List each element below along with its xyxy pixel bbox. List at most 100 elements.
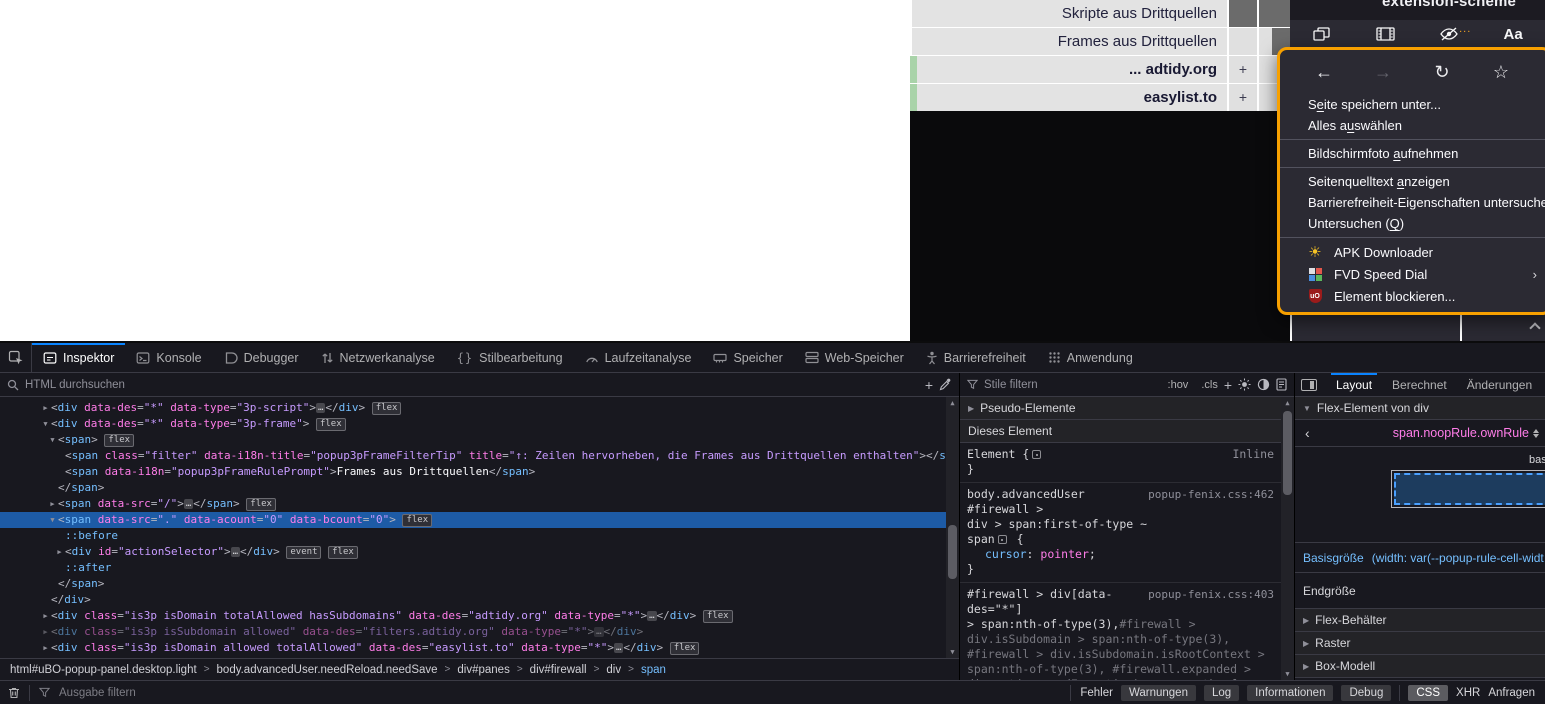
scrollbar-thumb[interactable] — [1283, 411, 1292, 495]
menu-item-screenshot[interactable]: Bildschirmfoto aufnehmen — [1280, 143, 1545, 164]
ubo-firewall-row[interactable]: Skripte aus Drittquellen — [910, 0, 1290, 27]
selector-highlighter-icon[interactable] — [1032, 450, 1041, 459]
breadcrumb-item[interactable]: div#panes — [457, 664, 509, 676]
grid-section[interactable]: ▶Raster — [1295, 632, 1545, 655]
badge-flex[interactable]: flex — [328, 546, 358, 559]
ubo-firewall-row[interactable]: Frames aus Drittquellen — [910, 28, 1290, 55]
markup-line[interactable]: ▼<span data-src="." data-acount="0" data… — [0, 512, 959, 528]
expand-arrow[interactable]: ▼ — [40, 416, 51, 432]
collapse-caret-icon[interactable] — [1529, 322, 1540, 333]
markup-line[interactable]: ▼<span> flex — [0, 432, 959, 448]
firewall-cell[interactable] — [1229, 28, 1257, 55]
tab-debugger[interactable]: Debugger — [213, 343, 310, 372]
expand-ellipsis[interactable]: … — [184, 499, 193, 509]
badge-flex[interactable]: flex — [703, 610, 733, 623]
scroll-up-icon[interactable]: ▲ — [946, 397, 959, 409]
markup-line[interactable]: </span> — [0, 480, 959, 496]
expand-ellipsis[interactable]: … — [231, 547, 240, 557]
flex-container-section[interactable]: ▶Flex-Behälter — [1295, 609, 1545, 632]
badge-flex[interactable]: flex — [246, 498, 276, 511]
selector-highlighter-icon[interactable] — [998, 535, 1007, 544]
menu-item-view-source[interactable]: Seitenquelltext anzeigen — [1280, 171, 1545, 192]
menu-item-fvd-speed-dial[interactable]: FVD Speed Dial › — [1280, 263, 1545, 285]
back-icon[interactable]: ← — [1310, 62, 1338, 83]
add-rule-icon[interactable]: + — [1224, 378, 1232, 392]
firewall-cell[interactable]: + — [1229, 84, 1257, 111]
expand-arrow[interactable]: ▶ — [54, 544, 65, 560]
tab-layout[interactable]: Layout — [1327, 373, 1381, 396]
no-popups-icon[interactable] — [1290, 27, 1354, 42]
badge-flex[interactable]: flex — [104, 434, 134, 447]
menu-item-save-page[interactable]: Seite speichern unter... — [1280, 94, 1545, 115]
scroll-down-icon[interactable]: ▼ — [946, 646, 959, 658]
reload-icon[interactable]: ↻ — [1428, 62, 1456, 83]
console-filter-debug[interactable]: Debug — [1341, 685, 1391, 701]
badge-event[interactable]: event — [286, 546, 321, 559]
pick-element-icon[interactable] — [0, 343, 32, 372]
console-filter-anfragen[interactable]: Anfragen — [1488, 687, 1535, 699]
console-filter-log[interactable]: Log — [1204, 685, 1239, 701]
firewall-cell[interactable] — [1259, 0, 1290, 27]
tab-web-speicher[interactable]: Web-Speicher — [794, 343, 915, 372]
eyedropper-icon[interactable] — [939, 378, 952, 391]
forward-icon[interactable]: → — [1369, 62, 1397, 83]
stylesheet-link[interactable]: popup-fenix.css:403 — [1148, 587, 1274, 602]
scroll-up-icon[interactable]: ▲ — [1281, 397, 1294, 409]
badge-flex[interactable]: flex — [670, 642, 700, 655]
menu-item-select-all[interactable]: Alles auswählen — [1280, 115, 1545, 136]
console-filter-input[interactable] — [59, 687, 1061, 699]
flex-item-section[interactable]: ▼Flex-Element von div — [1295, 397, 1545, 420]
expand-arrow[interactable]: ▼ — [47, 512, 58, 528]
no-cosmetic-filtering-icon[interactable]: ... — [1418, 27, 1482, 41]
console-filter-informationen[interactable]: Informationen — [1247, 685, 1333, 701]
expand-arrow[interactable]: ▶ — [40, 624, 51, 640]
style-filter-input[interactable] — [984, 379, 1155, 391]
badge-flex[interactable]: flex — [316, 418, 346, 431]
stylesheet-link[interactable]: popup-fenix.css:462 — [1148, 487, 1274, 502]
markup-line[interactable]: ::after — [0, 560, 959, 576]
menu-item-apk-downloader[interactable]: ☀ APK Downloader — [1280, 241, 1545, 263]
tab-changes[interactable]: Änderungen — [1458, 373, 1541, 396]
markup-line[interactable]: ▶<div class="is3p isDomain totalAllowed … — [0, 608, 959, 624]
markup-line[interactable]: ▶<span data-src="/">…</span> flex — [0, 496, 959, 512]
markup-line[interactable]: ▼<div data-des="*" data-type="3p-frame">… — [0, 416, 959, 432]
markup-line[interactable]: </div> — [0, 592, 959, 608]
tab-anwendung[interactable]: Anwendung — [1037, 343, 1144, 372]
flex-item-selector[interactable]: span.noopRule.ownRule — [1310, 426, 1529, 440]
inline-style-rule[interactable]: Inline Element { } — [960, 443, 1281, 483]
item-spinner-icon[interactable] — [1533, 429, 1539, 438]
markup-line[interactable]: ▶<div class="is3p isSubdomain allowed" d… — [0, 624, 959, 640]
html-search-input[interactable] — [25, 379, 919, 391]
tab-konsole[interactable]: Konsole — [125, 343, 212, 372]
markup-line[interactable]: ::before — [0, 528, 959, 544]
markup-line[interactable]: <span data-i18n="popup3pFrameRulePrompt"… — [0, 464, 959, 480]
pseudo-elements-section[interactable]: ▶Pseudo-Elemente — [960, 397, 1281, 420]
firewall-cell[interactable] — [1229, 0, 1257, 27]
console-filter-xhr[interactable]: XHR — [1456, 687, 1480, 699]
markup-line[interactable]: </span> — [0, 576, 959, 592]
console-filter-css[interactable]: CSS — [1408, 685, 1448, 701]
markup-line[interactable]: <span class="filter" data-i18n-title="po… — [0, 448, 959, 464]
badge-flex[interactable]: flex — [402, 514, 432, 527]
css-rule-403[interactable]: popup-fenix.css:403 #firewall > div[data… — [960, 583, 1281, 680]
expand-arrow[interactable]: ▶ — [40, 608, 51, 624]
menu-item-block-element[interactable]: uO Element blockieren... — [1280, 285, 1545, 307]
ubo-firewall-row[interactable]: easylist.to+ — [910, 84, 1290, 111]
expand-ellipsis[interactable]: … — [594, 627, 603, 637]
bookmark-star-icon[interactable]: ☆ — [1487, 62, 1515, 83]
trash-icon[interactable] — [8, 686, 20, 699]
expand-arrow[interactable]: ▶ — [40, 640, 51, 656]
breadcrumb-item[interactable]: html#uBO-popup-panel.desktop.light — [10, 664, 197, 676]
expand-ellipsis[interactable]: … — [647, 611, 656, 621]
markup-line[interactable]: ▶<div class="is3p isDomain allowed total… — [0, 640, 959, 656]
tab-netzwerkanalyse[interactable]: Netzwerkanalyse — [310, 343, 446, 372]
light-theme-icon[interactable] — [1238, 378, 1251, 391]
no-remote-fonts-icon[interactable]: Aa — [1481, 26, 1545, 43]
console-filter-warnungen[interactable]: Warnungen — [1121, 685, 1196, 701]
scroll-down-icon[interactable]: ▼ — [1281, 668, 1294, 680]
print-simulation-icon[interactable] — [1276, 378, 1287, 391]
expand-ellipsis[interactable]: … — [316, 403, 325, 413]
dark-theme-icon[interactable] — [1257, 378, 1270, 391]
firewall-cell[interactable]: + — [1229, 56, 1257, 83]
tab-computed[interactable]: Berechnet — [1383, 373, 1456, 396]
